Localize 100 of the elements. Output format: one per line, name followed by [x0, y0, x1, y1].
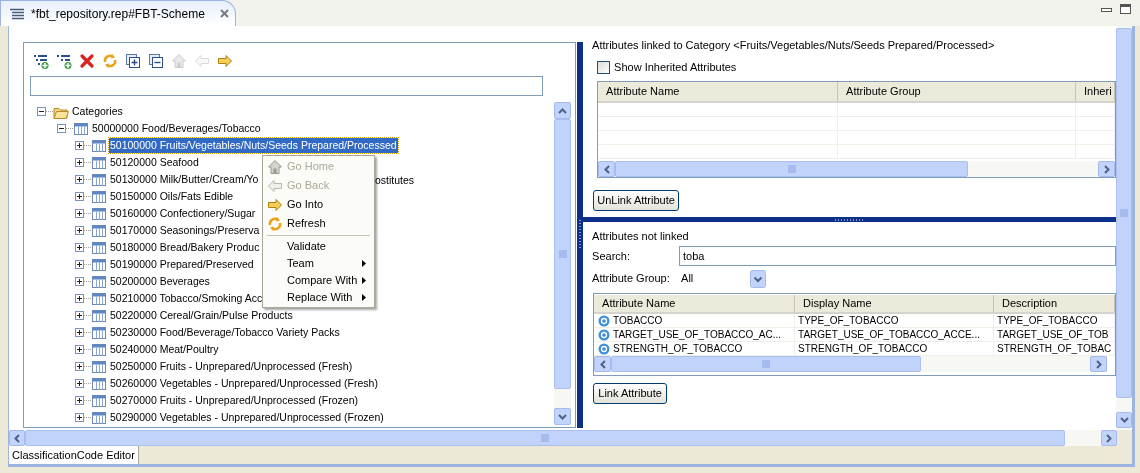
- collapse-icon[interactable]: [37, 107, 46, 116]
- chevron-left-icon: [599, 359, 606, 369]
- attribute-group-dropdown[interactable]: All: [681, 268, 767, 289]
- scroll-down-button[interactable]: [1116, 412, 1132, 428]
- column-header[interactable]: Attribute Group: [838, 82, 1077, 101]
- expand-icon[interactable]: [75, 362, 84, 371]
- grip-icon: [558, 250, 567, 258]
- tree-item[interactable]: Categories: [71, 103, 124, 120]
- table-icon: [91, 189, 107, 204]
- tree-item[interactable]: 50120000 Seafood: [109, 154, 200, 171]
- unlink-attribute-button[interactable]: UnLink Attribute: [593, 190, 680, 211]
- expand-icon[interactable]: [75, 277, 84, 286]
- close-icon[interactable]: [218, 8, 230, 19]
- scrollbar-thumb[interactable]: [554, 119, 571, 389]
- expand-icon[interactable]: [75, 294, 84, 303]
- column-header[interactable]: Attribute Name: [594, 295, 796, 312]
- column-header[interactable]: Display Name: [795, 295, 995, 312]
- tree-item[interactable]: 50260000 Vegetables - Unprepared/Unprocessed (Fresh): [109, 375, 379, 392]
- expand-icon[interactable]: [75, 226, 84, 235]
- maximize-icon[interactable]: [1119, 3, 1132, 15]
- collapse-all-icon[interactable]: [148, 52, 164, 69]
- grip-icon: [541, 434, 549, 442]
- tree-item[interactable]: 50180000 Bread/Bakery Produc: [109, 239, 261, 256]
- scroll-right-button[interactable]: [1098, 161, 1116, 177]
- menu-item[interactable]: Replace With: [263, 289, 374, 306]
- tree-item[interactable]: 50150000 Oils/Fats Edible: [109, 188, 235, 205]
- expand-icon[interactable]: [75, 209, 84, 218]
- menu-item[interactable]: Go Into: [263, 195, 374, 214]
- back-arrow-icon: [267, 177, 283, 194]
- scroll-left-button[interactable]: [594, 356, 612, 372]
- expand-icon[interactable]: [75, 141, 84, 150]
- tree-item[interactable]: 50250000 Fruits - Unprepared/Unprocessed (Fresh): [109, 358, 354, 375]
- tree-item[interactable]: 50130000 Milk/Butter/Cream/Yo: [109, 171, 260, 188]
- expand-all-icon[interactable]: [125, 52, 141, 69]
- table-cell-text: TARGET_USE_OF_TOBACCO_ACCE...: [798, 328, 980, 342]
- tree-item[interactable]: 50220000 Cereal/Grain/Pulse Products: [109, 307, 294, 324]
- table-cell-text: TARGET_USE_OF_TOB: [997, 328, 1109, 342]
- menu-item[interactable]: Compare With: [263, 272, 374, 289]
- tree-item[interactable]: 50240000 Meat/Poultry: [109, 341, 220, 358]
- expand-icon[interactable]: [75, 379, 84, 388]
- grip-icon: [762, 360, 771, 368]
- splitter[interactable]: [577, 42, 584, 428]
- expand-icon[interactable]: [75, 260, 84, 269]
- scrollbar-thumb[interactable]: [615, 161, 969, 177]
- scrollbar-corner: [1117, 430, 1132, 446]
- menu-item[interactable]: Refresh: [263, 214, 374, 233]
- scrollbar-thumb[interactable]: [1116, 28, 1132, 398]
- tree-item[interactable]: 50170000 Seasonings/Preserva: [109, 222, 261, 239]
- menu-item[interactable]: Validate: [263, 238, 374, 255]
- expand-icon[interactable]: [75, 243, 84, 252]
- scroll-left-button[interactable]: [9, 430, 25, 446]
- scroll-right-button[interactable]: [1090, 356, 1108, 372]
- scroll-left-button[interactable]: [598, 161, 616, 177]
- scroll-up-button[interactable]: [554, 102, 571, 119]
- column-header[interactable]: Description: [994, 295, 1116, 312]
- column-header[interactable]: Attribute Name: [598, 82, 839, 101]
- tree-item[interactable]: 50190000 Prepared/Preserved: [109, 256, 255, 273]
- attribute-icon: [598, 342, 611, 355]
- column-header[interactable]: Inheri: [1076, 82, 1116, 101]
- tree-item[interactable]: 50290000 Vegetables - Unprepared/Unprocessed (Frozen): [109, 409, 385, 425]
- editor-tab[interactable]: *fbt_repository.rep#FBT-Scheme: [0, 0, 236, 26]
- scrollbar-thumb[interactable]: [25, 430, 1065, 446]
- expand-icon[interactable]: [75, 345, 84, 354]
- collapse-icon[interactable]: [57, 124, 66, 133]
- tree-item[interactable]: 50230000 Food/Beverage/Tobacco Variety Packs: [109, 324, 341, 341]
- filter-field[interactable]: [30, 76, 543, 96]
- table-icon: [91, 359, 107, 374]
- search-field[interactable]: toba: [679, 246, 1117, 266]
- chevron-right-icon: [1095, 359, 1102, 369]
- expand-icon[interactable]: [75, 311, 84, 320]
- scrollbar-thumb[interactable]: [611, 356, 922, 372]
- scroll-down-button[interactable]: [554, 408, 571, 425]
- tree-item[interactable]: 50200000 Beverages: [109, 273, 211, 290]
- table-cell-text: TYPE_OF_TOBACCO: [997, 314, 1098, 328]
- tree-item[interactable]: 50100000 Fruits/Vegetables/Nuts/Seeds Prepared/Processed: [109, 137, 398, 154]
- expand-icon[interactable]: [75, 158, 84, 167]
- delete-icon[interactable]: [79, 52, 95, 69]
- expand-icon[interactable]: [75, 175, 84, 184]
- section-title: Attributes not linked: [592, 229, 690, 242]
- link-attribute-button[interactable]: Link Attribute: [593, 383, 668, 404]
- forward-arrow-icon[interactable]: [217, 52, 233, 69]
- attribute-icon: [598, 328, 611, 341]
- checkbox[interactable]: [597, 61, 611, 74]
- expand-icon[interactable]: [75, 413, 84, 422]
- expand-icon[interactable]: [75, 396, 84, 405]
- expand-icon[interactable]: [75, 328, 84, 337]
- table-cell-text: STRENGTH_OF_TOBACCO: [798, 342, 928, 356]
- submenu-arrow-icon: [362, 260, 366, 267]
- tree-item[interactable]: 50160000 Confectionery/Sugar: [109, 205, 257, 222]
- tree-item[interactable]: 50270000 Fruits - Unprepared/Unprocessed (Frozen): [109, 392, 360, 409]
- list-add-icon[interactable]: [56, 52, 72, 69]
- table-icon: [91, 393, 107, 408]
- expand-icon[interactable]: [75, 192, 84, 201]
- chevron-down-icon: [558, 413, 567, 420]
- scroll-right-button[interactable]: [1101, 430, 1117, 446]
- menu-item[interactable]: Team: [263, 255, 374, 272]
- tree-item[interactable]: 50000000 Food/Beverages/Tobacco: [91, 120, 262, 137]
- editor-tab[interactable]: ClassificationCode Editor: [9, 446, 139, 464]
- tree-item[interactable]: 50210000 Tobacco/Smoking Acc: [109, 290, 264, 307]
- list-add-icon[interactable]: [33, 52, 49, 69]
